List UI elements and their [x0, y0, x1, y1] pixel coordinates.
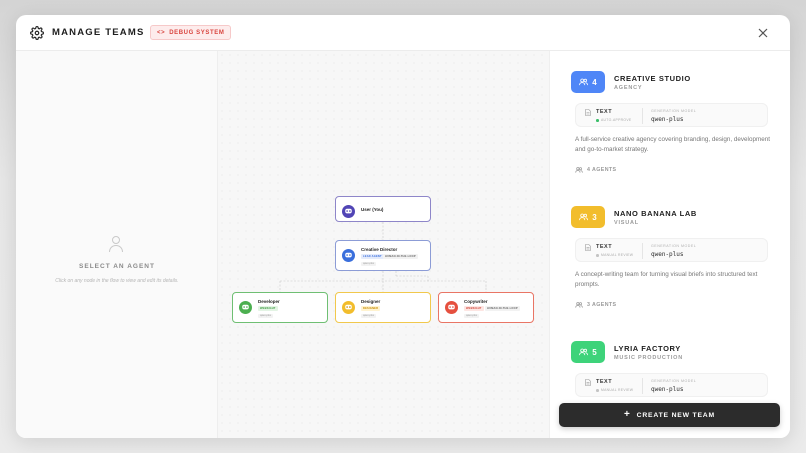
page-title: MANAGE TEAMS [52, 27, 145, 38]
human-in-loop-tag: HUMAN-IN-THE-LOOP [383, 254, 418, 259]
output-type: TEXT [596, 244, 613, 250]
websight-tag: WEBSIGHT [464, 306, 484, 311]
users-icon [579, 78, 589, 86]
designer-tag: DESIGNER [361, 306, 381, 311]
team-name: LYRIA FACTORY [614, 344, 681, 353]
team-category: VISUAL [614, 220, 639, 226]
team-agent-count: 5 [592, 347, 597, 357]
approval-mode: MANUAL REVIEW [601, 253, 634, 257]
agent-avatar-icon [445, 301, 458, 314]
agents-label: 3 AGENTS [587, 302, 617, 308]
generation-model-value: qwen-plus [651, 251, 684, 258]
team-count-badge: 4 [571, 71, 605, 93]
users-icon [575, 302, 583, 308]
mode-indicator [596, 389, 599, 392]
agent-details-panel: SELECT AN AGENT Click on any node in the… [16, 51, 218, 438]
generation-model-value: qwen-plus [651, 386, 684, 393]
node-name: Copywriter [464, 299, 488, 304]
gear-icon [30, 26, 44, 40]
approval-mode: MANUAL REVIEW [601, 388, 634, 392]
users-icon [579, 213, 589, 221]
create-button-label: CREATE NEW TEAM [636, 411, 715, 419]
output-type: TEXT [596, 109, 613, 115]
team-agents-count: 3 AGENTS [575, 302, 617, 308]
node-model: qwen-plus [361, 314, 376, 318]
modal-header: MANAGE TEAMS <> DEBUG SYSTEM [16, 15, 790, 51]
node-name: Developer [258, 299, 280, 304]
flow-node-creative-director[interactable]: Creative Director LEAD AGENT HUMAN-IN-TH… [335, 240, 431, 271]
team-name: CREATIVE STUDIO [614, 74, 691, 83]
users-icon [575, 167, 583, 173]
mode-indicator [596, 119, 599, 122]
team-agents-count: 4 AGENTS [575, 167, 617, 173]
node-name: Designer [361, 299, 381, 304]
agent-avatar-icon [239, 301, 252, 314]
document-icon [585, 244, 591, 251]
generation-model-value: qwen-plus [651, 116, 684, 123]
team-category: MUSIC PRODUCTION [614, 355, 684, 361]
empty-state-title: SELECT AN AGENT [79, 263, 155, 270]
teams-list-panel[interactable]: 4 CREATIVE STUDIO AGENCY TEXT AUTO-APPRO… [549, 51, 790, 438]
team-agent-count: 4 [592, 77, 597, 87]
flow-canvas[interactable]: User (You) Creative Director LEAD AGENT … [218, 51, 549, 438]
create-new-team-button[interactable]: + CREATE NEW TEAM [559, 403, 780, 427]
flow-node-user[interactable]: User (You) [335, 196, 431, 222]
divider [642, 108, 643, 124]
mode-indicator [596, 254, 599, 257]
node-model: qwen-plus [258, 314, 273, 318]
debug-system-button[interactable]: <> DEBUG SYSTEM [150, 25, 232, 40]
team-count-badge: 3 [571, 206, 605, 228]
plus-icon: + [624, 409, 631, 420]
users-icon [579, 348, 589, 356]
agents-label: 4 AGENTS [587, 167, 617, 173]
team-config-box: TEXT MANUAL REVIEW GENERATION MODEL qwen… [575, 238, 768, 262]
team-card-nano-banana-lab[interactable]: 3 NANO BANANA LAB VISUAL TEXT MANUAL REV… [571, 206, 771, 321]
lead-agent-tag: LEAD AGENT [361, 254, 384, 259]
document-icon [585, 379, 591, 386]
agent-avatar-icon [342, 301, 355, 314]
flow-node-developer[interactable]: Developer WEBSIGHT qwen-plus [232, 292, 328, 323]
human-in-loop-tag: HUMAN-IN-THE-LOOP [485, 306, 520, 311]
node-name: Creative Director [361, 247, 398, 252]
flow-node-designer[interactable]: Designer DESIGNER qwen-plus [335, 292, 431, 323]
empty-state-subtitle: Click on any node in the flow to view an… [55, 278, 179, 284]
team-name: NANO BANANA LAB [614, 209, 697, 218]
node-name: User (You) [361, 207, 384, 212]
flow-node-copywriter[interactable]: Copywriter WEBSIGHT HUMAN-IN-THE-LOOP qw… [438, 292, 534, 323]
divider [642, 378, 643, 394]
team-description: A full-service creative agency covering … [575, 136, 770, 153]
team-description: A concept-writing team for turning visua… [575, 271, 758, 288]
node-model: qwen-plus [361, 262, 376, 266]
approval-mode: AUTO-APPROVE [601, 118, 632, 122]
manage-teams-modal: MANAGE TEAMS <> DEBUG SYSTEM SELECT AN A… [16, 15, 790, 438]
divider [642, 243, 643, 259]
close-icon[interactable] [757, 27, 769, 39]
generation-model-label: GENERATION MODEL [651, 109, 697, 113]
agent-avatar-icon [342, 205, 355, 218]
document-icon [585, 109, 591, 116]
node-model: qwen-plus [464, 314, 479, 318]
user-icon [109, 236, 123, 253]
agent-avatar-icon [342, 249, 355, 262]
team-count-badge: 5 [571, 341, 605, 363]
team-agent-count: 3 [592, 212, 597, 222]
output-type: TEXT [596, 379, 613, 385]
code-icon: <> [157, 29, 166, 36]
team-config-box: TEXT MANUAL REVIEW GENERATION MODEL qwen… [575, 373, 768, 397]
generation-model-label: GENERATION MODEL [651, 244, 697, 248]
generation-model-label: GENERATION MODEL [651, 379, 697, 383]
team-category: AGENCY [614, 85, 643, 91]
team-card-creative-studio[interactable]: 4 CREATIVE STUDIO AGENCY TEXT AUTO-APPRO… [571, 71, 771, 186]
debug-label: DEBUG SYSTEM [169, 29, 225, 36]
team-config-box: TEXT AUTO-APPROVE GENERATION MODEL qwen-… [575, 103, 768, 127]
websight-tag: WEBSIGHT [258, 306, 278, 311]
